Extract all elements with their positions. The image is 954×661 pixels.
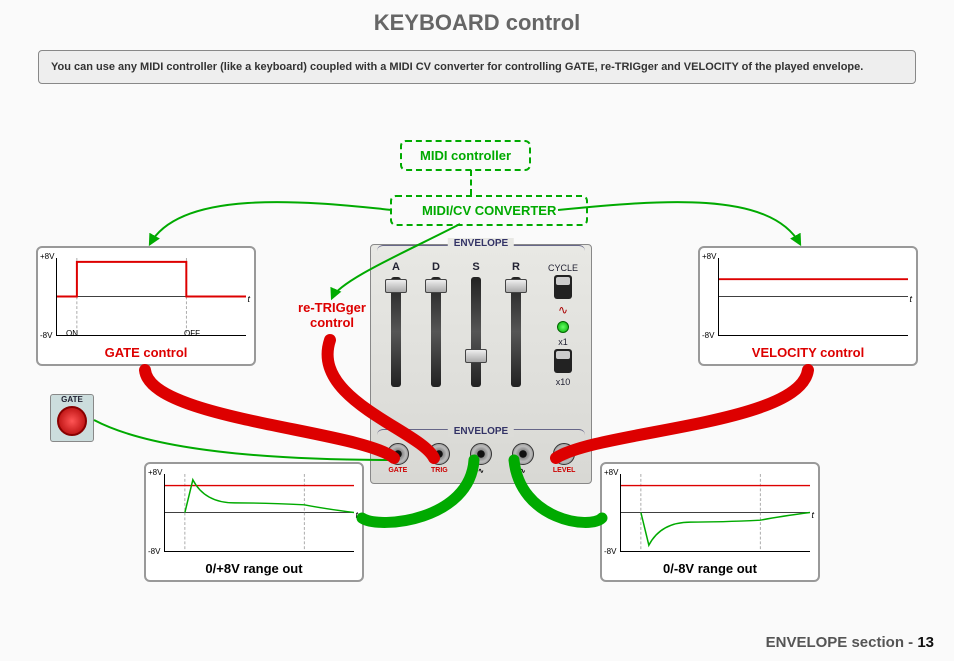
slider-row: A D S R xyxy=(383,261,529,387)
cycle-switch[interactable] xyxy=(554,275,572,299)
jack-gate[interactable]: GATE xyxy=(383,443,413,475)
footer-section-label: ENVELOPE section - xyxy=(766,634,918,651)
axis-label: -8V xyxy=(148,547,160,556)
positive-range-plot: +8V -8V t 0/+8V range out xyxy=(144,462,364,582)
gate-led-icon xyxy=(57,406,87,436)
module-section-label-top: ENVELOPE xyxy=(448,238,514,249)
jack-level[interactable]: LEVEL xyxy=(549,443,579,475)
velocity-control-plot: +8V -8V t VELOCITY control xyxy=(698,246,918,366)
plot-caption: 0/-8V range out xyxy=(602,561,818,576)
gate-on-label: ON xyxy=(66,329,78,338)
plot-caption: GATE control xyxy=(38,345,254,360)
info-box: You can use any MIDI controller (like a … xyxy=(38,50,916,84)
led-icon xyxy=(557,321,569,333)
slider-label: A xyxy=(383,261,409,273)
module-section-label-bottom: ENVELOPE xyxy=(448,426,514,437)
axis-label: -8V xyxy=(40,331,52,340)
gate-button-label: GATE xyxy=(51,395,93,404)
jack-label: ∿ xyxy=(508,467,538,475)
plot-caption: VELOCITY control xyxy=(700,345,916,360)
cycle-label: CYCLE xyxy=(545,263,581,273)
gate-button[interactable]: GATE xyxy=(50,394,94,442)
axis-label: -8V xyxy=(604,547,616,556)
slider-label: S xyxy=(463,261,489,273)
slider-label: R xyxy=(503,261,529,273)
gate-control-plot: +8V -8V t ON OFF GATE control xyxy=(36,246,256,366)
page-footer: ENVELOPE section - 13 xyxy=(766,634,934,651)
page-title: KEYBOARD control xyxy=(0,0,954,42)
retrigger-label: re-TRIGger control xyxy=(296,300,368,330)
mult-x10-label: x10 xyxy=(545,377,581,387)
slider-s[interactable]: S xyxy=(463,261,489,387)
axis-label: +8V xyxy=(148,468,162,477)
jack-out-neg[interactable]: ∿ xyxy=(508,443,538,475)
jack-label: ∿ xyxy=(466,467,496,475)
axis-label: t xyxy=(811,510,814,520)
midi-cv-converter-box: MIDI/CV CONVERTER xyxy=(390,195,588,226)
axis-label: +8V xyxy=(604,468,618,477)
axis-label: +8V xyxy=(40,252,54,261)
jack-trig[interactable]: TRIG xyxy=(424,443,454,475)
cycle-controls: CYCLE ∿ x1 x10 xyxy=(545,263,581,387)
plot-caption: 0/+8V range out xyxy=(146,561,362,576)
midi-controller-box: MIDI controller xyxy=(400,140,531,171)
jack-out-pos[interactable]: ∿ xyxy=(466,443,496,475)
slider-a[interactable]: A xyxy=(383,261,409,387)
connector-line xyxy=(470,170,472,195)
envelope-module: ENVELOPE A D S R CYCLE ∿ x1 x10 ENVELOPE… xyxy=(370,244,592,484)
axis-label: +8V xyxy=(702,252,716,261)
slider-label: D xyxy=(423,261,449,273)
mult-switch[interactable] xyxy=(554,349,572,373)
jack-row: GATE TRIG ∿ ∿ LEVEL xyxy=(371,443,591,475)
wave-icon: ∿ xyxy=(545,303,581,317)
axis-label: -8V xyxy=(702,331,714,340)
mult-x1-label: x1 xyxy=(545,337,581,347)
axis-label: t xyxy=(355,510,358,520)
jack-label: TRIG xyxy=(424,467,454,474)
gate-off-label: OFF xyxy=(184,329,200,338)
axis-label: t xyxy=(909,294,912,304)
jack-label: GATE xyxy=(383,467,413,474)
negative-range-plot: +8V -8V t 0/-8V range out xyxy=(600,462,820,582)
slider-r[interactable]: R xyxy=(503,261,529,387)
footer-page-number: 13 xyxy=(917,634,934,651)
jack-label: LEVEL xyxy=(549,467,579,474)
slider-d[interactable]: D xyxy=(423,261,449,387)
axis-label: t xyxy=(247,294,250,304)
